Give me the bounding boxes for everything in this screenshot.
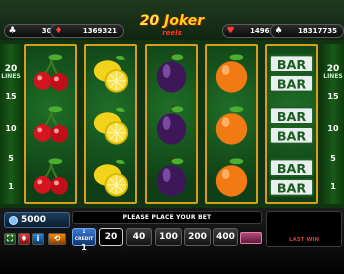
gamble-button[interactable]: ♦ [18,233,30,245]
left-paytable-strip: 20 LINES 15 10 5 1 [0,44,22,204]
bar-text: BAR [277,58,307,73]
jackpot-spade: ♠ 18317735 [270,24,344,38]
reel-3 [145,44,198,204]
game-logo: 20 Joker reels [128,14,216,42]
credit-per-line-button[interactable]: 1 CREDIT 1 [72,228,96,252]
credit-value: 5000 [21,215,47,225]
bar-symbol: BAR BAR [267,152,316,204]
coin-icon [9,216,18,225]
left-line-1: 1 [8,182,14,191]
cards-icon: ♦ [20,234,28,243]
reel-2 [84,44,137,204]
right-line-1: 1 [330,182,336,191]
logo-word: Joker [164,13,205,29]
heart-icon: ♥ [226,26,235,36]
left-line-10: 10 [5,124,17,133]
logo-number: 20 [139,13,160,29]
lines-value-right: 20 [326,64,340,74]
credit-per-line-label: 1 CREDIT [74,230,94,242]
cherry-icon [26,48,75,100]
jackpot-diamond-value: 1369321 [82,27,117,35]
bar-symbol: BAR BAR [267,48,316,100]
lines-value-left: 20 [4,64,18,74]
bar-text: BAR [277,78,307,93]
bet-button-200[interactable]: 200 [184,228,211,246]
reel-5: BAR BAR BAR BAR BAR BAR [265,44,318,204]
plum-icon [147,48,196,100]
bet-button-20[interactable]: 20 [99,228,123,246]
club-icon: ♣ [8,26,17,36]
spade-icon: ♠ [274,26,283,36]
last-win-label: LAST WIN [288,237,320,243]
bet-button-40[interactable]: 40 [126,228,152,246]
lemon-icon [86,152,135,204]
left-line-5: 5 [8,154,14,163]
bar-symbol: BAR BAR [267,100,316,152]
message-display: PLEASE PLACE YOUR BET [72,211,262,224]
orange-icon [207,100,256,152]
bet-button-100[interactable]: 100 [155,228,182,246]
credit-display: 5000 [4,212,70,228]
fullscreen-button[interactable]: ⛶ [4,233,16,245]
bet-button-400[interactable]: 400 [213,228,238,246]
jackpot-diamond: ♦ 1369321 [50,24,124,38]
cherry-icon [26,100,75,152]
reel-1 [24,44,77,204]
bar-text: BAR [277,182,307,197]
right-paytable-strip: 20 LINES 15 10 5 1 [322,44,344,204]
diamond-icon: ♦ [54,26,63,36]
plum-icon [147,100,196,152]
lines-label-left: LINES [1,73,21,80]
bottom-strip [0,250,344,274]
right-line-15: 15 [327,92,339,101]
logo-subtitle: reels [162,29,182,37]
lines-indicator-left: 20 LINES [0,64,22,81]
home-button[interactable] [240,232,262,244]
info-icon: i [36,234,40,243]
lemon-icon [86,48,135,100]
bar-text: BAR [277,130,307,145]
right-line-5: 5 [330,154,336,163]
autoplay-icon: ⟲ [53,234,61,243]
lines-indicator-right: 20 LINES [322,64,344,81]
orange-icon [207,48,256,100]
lines-label-right: LINES [323,73,343,80]
reel-4 [205,44,258,204]
plum-icon [147,152,196,204]
lemon-icon [86,100,135,152]
cherry-icon [26,152,75,204]
info-button[interactable]: i [32,233,44,245]
autoplay-button[interactable]: ⟲ [48,233,66,245]
bar-text: BAR [277,162,307,177]
fullscreen-icon: ⛶ [7,234,13,243]
bar-text: BAR [277,110,307,125]
left-line-15: 15 [5,92,17,101]
right-line-10: 10 [327,124,339,133]
jackpot-spade-value: 18317735 [298,27,337,35]
orange-icon [207,152,256,204]
